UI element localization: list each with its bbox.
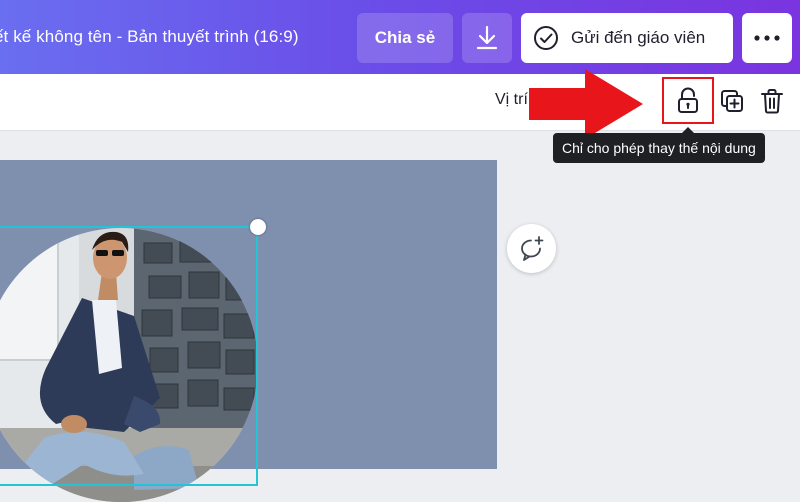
position-button[interactable]: Vị trí xyxy=(495,91,528,109)
more-options-button[interactable] xyxy=(742,13,792,63)
delete-button[interactable] xyxy=(758,87,786,115)
lock-tooltip: Chỉ cho phép thay thế nội dung xyxy=(553,133,765,163)
duplicate-icon xyxy=(721,90,743,112)
comment-add-icon xyxy=(520,235,543,261)
element-toolbar: Vị trí xyxy=(0,74,800,131)
lock-button[interactable] xyxy=(662,77,714,124)
send-to-teacher-label: Gửi đến giáo viên xyxy=(571,28,706,47)
unlock-icon xyxy=(678,87,698,113)
more-horizontal-icon xyxy=(754,35,780,41)
add-comment-button[interactable] xyxy=(507,224,556,273)
trash-icon xyxy=(761,89,783,114)
share-button[interactable]: Chia sẻ xyxy=(357,13,453,63)
editor-header: ết kế không tên - Bản thuyết trình (16:9… xyxy=(0,0,800,74)
document-title[interactable]: ết kế không tên - Bản thuyết trình (16:9… xyxy=(0,27,299,47)
selection-frame xyxy=(0,226,258,486)
red-arrow-annotation xyxy=(529,69,643,139)
duplicate-button[interactable] xyxy=(718,87,746,115)
check-circle-icon xyxy=(533,25,559,51)
download-icon xyxy=(476,25,498,50)
send-to-teacher-button[interactable]: Gửi đến giáo viên xyxy=(521,13,733,63)
download-button[interactable] xyxy=(462,13,512,63)
rotate-handle[interactable] xyxy=(250,219,266,235)
